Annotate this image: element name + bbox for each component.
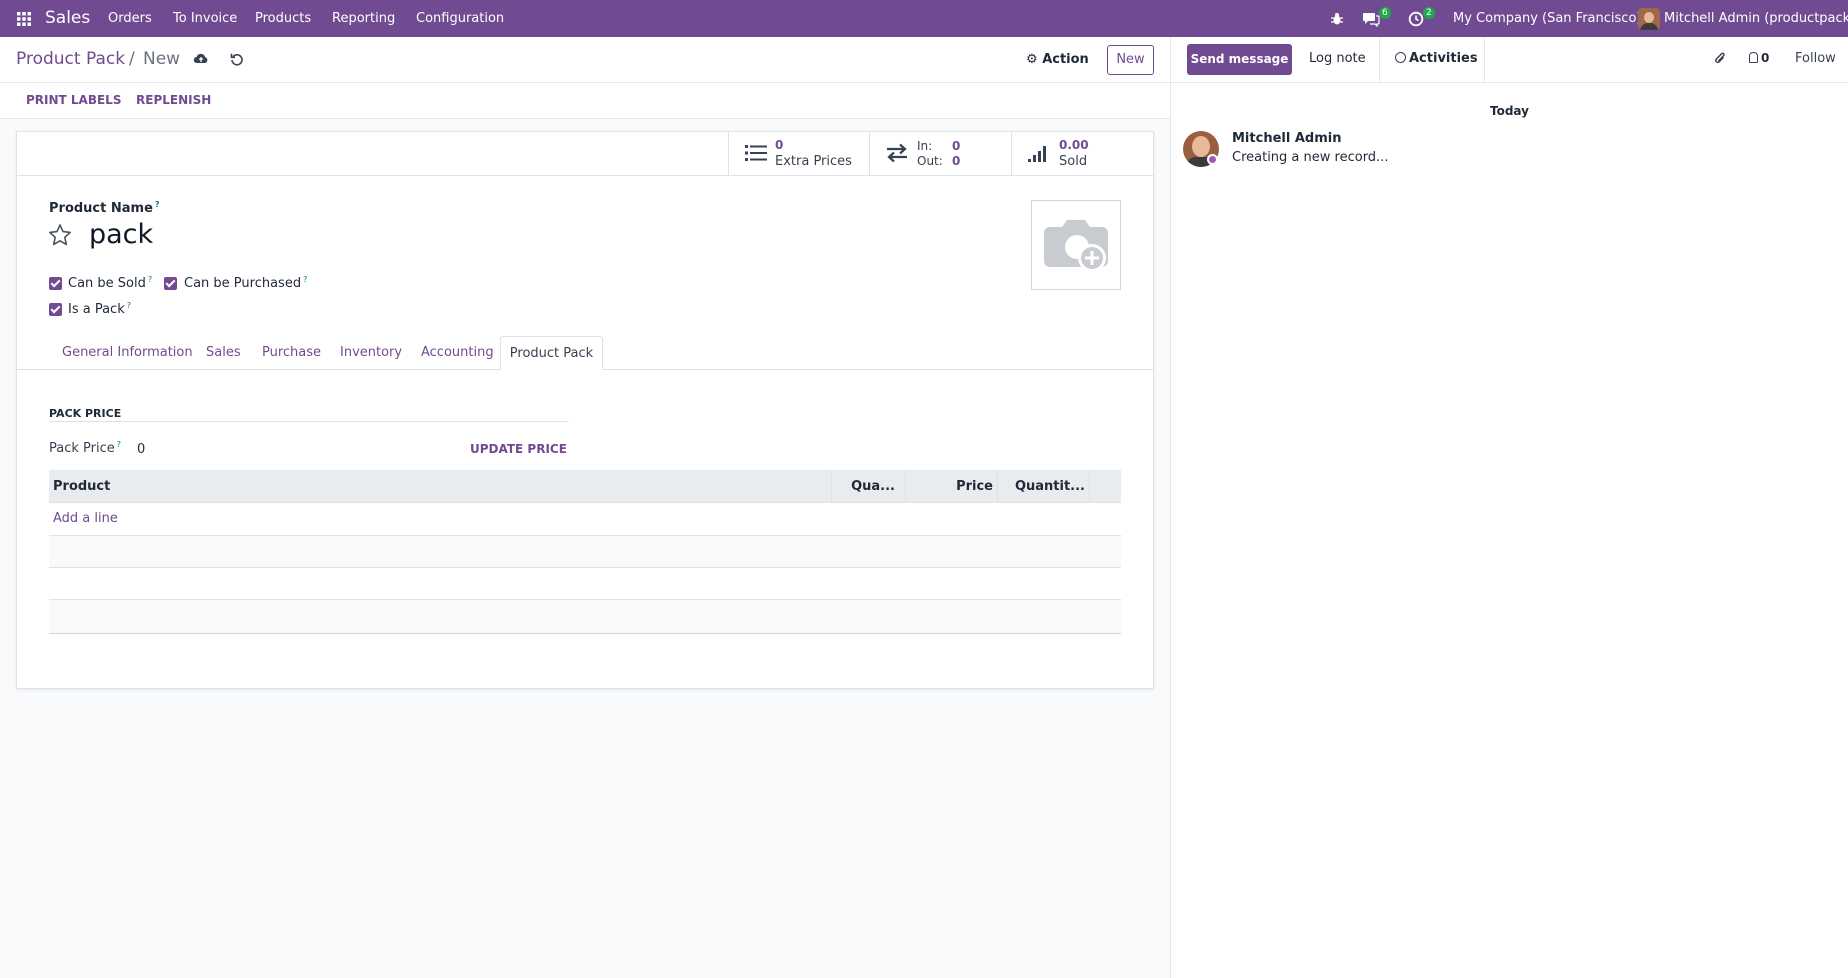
menu-products[interactable]: Products [255,0,311,37]
column-divider [831,470,832,503]
breadcrumb-current: New [143,49,181,69]
favorite-star-icon[interactable] [48,223,72,251]
chatter-divider [1484,37,1485,83]
breadcrumb-parent[interactable]: Product Pack [16,49,125,69]
table-row [49,503,1121,536]
pack-price-section-title: PACK PRICE [49,407,122,420]
user-icon [1749,52,1758,63]
column-divider [905,470,906,503]
breadcrumb-separator: / [129,49,135,69]
list-icon [745,143,767,167]
column-header-quantity-2[interactable]: Quantit... [1001,470,1085,503]
tab-inventory[interactable]: Inventory [340,336,402,369]
is-a-pack-checkbox[interactable] [49,303,62,316]
save-cloud-icon[interactable] [193,52,209,70]
gear-icon: ⚙ [1026,52,1038,67]
out-label: Out: [917,154,943,168]
menu-orders[interactable]: Orders [108,0,152,37]
log-note-button[interactable]: Log note [1309,51,1366,66]
tab-general-information[interactable]: General Information [62,336,193,369]
column-header-product[interactable]: Product [53,470,110,503]
apps-menu-icon[interactable] [16,0,32,37]
in-value: 0 [952,139,961,153]
update-price-button[interactable]: UPDATE PRICE [470,442,567,456]
user-avatar[interactable] [1638,0,1660,37]
replenish-button[interactable]: REPLENISH [136,93,211,107]
column-header-quantity[interactable]: Qua... [835,470,895,503]
can-be-sold-label: Can be Sold? [68,275,153,291]
table-row [49,568,1121,600]
sold-value: 0.00 [1059,138,1089,152]
tab-purchase[interactable]: Purchase [262,336,321,369]
action-menu-button[interactable]: ⚙ Action [1026,52,1089,67]
debug-bug-icon[interactable] [1330,0,1346,37]
out-value: 0 [952,154,961,168]
tab-sales[interactable]: Sales [206,336,241,369]
extra-prices-label: Extra Prices [775,154,852,169]
menu-reporting[interactable]: Reporting [332,0,395,37]
pack-price-label: Pack Price? [49,440,121,456]
message-body: Creating a new record... [1232,150,1389,165]
send-message-button[interactable]: Send message [1187,44,1292,75]
attachment-paperclip-icon[interactable] [1713,51,1727,71]
activities-button[interactable]: Activities [1395,51,1478,66]
menu-to-invoice[interactable]: To Invoice [173,0,237,37]
follow-button[interactable]: Follow [1795,51,1836,66]
column-header-price[interactable]: Price [909,470,993,503]
print-labels-button[interactable]: PRINT LABELS [26,93,121,107]
discard-undo-icon[interactable] [230,52,244,70]
section-divider [49,421,569,422]
table-row [49,600,1121,634]
can-be-purchased-label: Can be Purchased? [184,275,308,291]
new-record-button[interactable]: New [1107,45,1154,75]
top-navbar: Sales Orders To Invoice Products Reporti… [0,0,1848,37]
action-label: Action [1042,52,1089,67]
can-be-sold-checkbox[interactable] [49,277,62,290]
messages-badge: 6 [1379,7,1391,19]
control-panel: Product Pack / New ⚙ Action New [0,37,1170,83]
sold-label: Sold [1059,154,1088,169]
menu-configuration[interactable]: Configuration [416,0,504,37]
extra-prices-value: 0 [775,138,784,152]
user-menu[interactable]: Mitchell Admin (productpack) [1664,0,1848,37]
messages-icon[interactable] [1362,0,1380,37]
followers-button[interactable]: 0 [1749,51,1769,65]
product-name-label: Product Name? [49,200,160,216]
message-author-name[interactable]: Mitchell Admin [1232,131,1341,146]
tab-product-pack[interactable]: Product Pack [500,336,603,370]
company-switcher[interactable]: My Company (San Francisco) [1453,0,1641,37]
smart-button-extra-prices[interactable]: 0 Extra Prices [728,131,869,176]
product-name-input[interactable]: pack [89,219,153,250]
form-button-bar: PRINT LABELS REPLENISH [0,83,1170,119]
is-a-pack-label: Is a Pack? [68,301,131,317]
activities-clock-icon[interactable] [1408,0,1424,37]
pack-price-value[interactable]: 0 [137,442,145,457]
smart-button-in-out[interactable]: In: 0 Out: 0 [869,131,1011,176]
smart-button-sold[interactable]: 0.00 Sold [1011,131,1154,176]
app-name[interactable]: Sales [45,0,90,37]
table-row [49,536,1121,568]
chatter-panel: Send message Log note Activities 0 Follo… [1170,37,1848,978]
author-online-status-dot [1207,154,1218,165]
column-divider [997,470,998,503]
tab-accounting[interactable]: Accounting [421,336,494,369]
date-separator: Today [1490,104,1529,118]
column-divider [1089,470,1090,503]
activities-badge: 2 [1423,7,1435,19]
clock-icon [1395,52,1406,63]
transfer-arrows-icon [885,143,909,167]
chatter-divider [1379,37,1380,83]
in-label: In: [917,139,933,153]
camera-plus-icon [1044,220,1108,272]
image-placeholder[interactable] [1031,200,1121,290]
can-be-purchased-checkbox[interactable] [164,277,177,290]
signal-bars-icon [1028,143,1050,167]
